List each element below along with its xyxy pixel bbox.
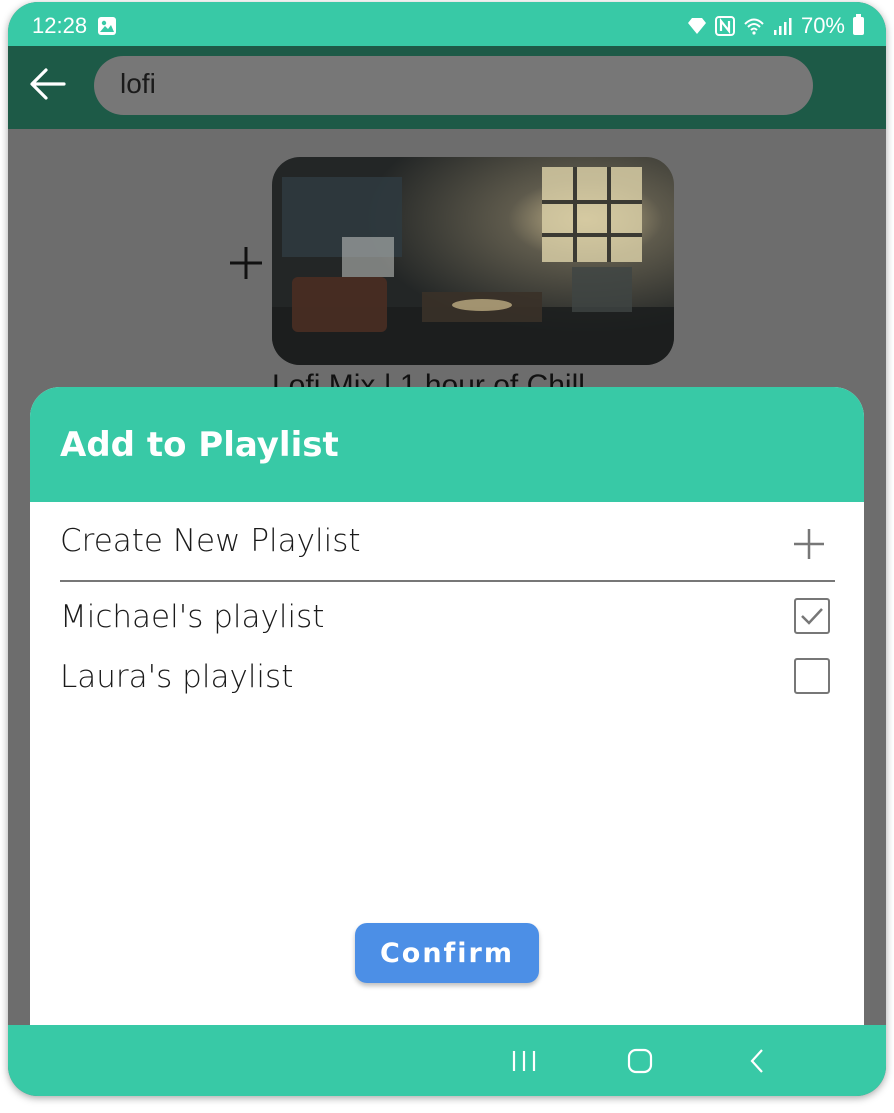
vpn-diamond-icon [687, 18, 706, 34]
signal-icon [773, 18, 792, 35]
divider [60, 580, 835, 582]
create-new-playlist-label: Create New Playlist [60, 523, 361, 559]
plus-icon[interactable] [228, 245, 264, 281]
playlist-item[interactable]: Laura's playlist [60, 653, 834, 703]
playlist-checkbox[interactable] [794, 658, 830, 694]
phone-screen: 12:28 70% lofi Lofi Mix | 1 hour of Chil… [8, 2, 886, 1096]
playlist-label: Michael's playlist [60, 599, 325, 635]
status-time: 12:28 [32, 13, 88, 38]
add-to-playlist-dialog: Add to Playlist Create New Playlist Mich… [30, 387, 864, 1047]
dialog-title: Add to Playlist [60, 425, 339, 465]
app-bar: lofi [8, 46, 886, 129]
playlist-checkbox-checked[interactable] [794, 598, 830, 634]
video-thumbnail[interactable] [272, 157, 674, 365]
recents-icon[interactable] [506, 1043, 542, 1079]
nfc-icon [714, 16, 735, 36]
dialog-header: Add to Playlist [30, 387, 864, 502]
search-input[interactable]: lofi [94, 56, 813, 115]
back-chevron-icon[interactable] [740, 1043, 776, 1079]
plus-icon[interactable] [792, 527, 826, 561]
create-new-playlist-row[interactable]: Create New Playlist [60, 517, 834, 567]
arrow-left-icon[interactable] [26, 62, 70, 106]
battery-percent: 70% [800, 13, 845, 38]
playlist-label: Laura's playlist [60, 659, 294, 695]
playlist-item[interactable]: Michael's playlist [60, 593, 834, 643]
search-query: lofi [120, 68, 156, 99]
battery-icon [853, 14, 864, 35]
system-nav-bar [8, 1025, 886, 1096]
checkmark-icon [801, 608, 823, 625]
status-bar: 12:28 70% [8, 2, 886, 46]
confirm-button[interactable]: Confirm [355, 923, 539, 983]
home-icon[interactable] [622, 1043, 658, 1079]
wifi-icon [744, 18, 764, 35]
image-notification-icon [98, 17, 117, 35]
lofi-room-image [272, 157, 674, 365]
